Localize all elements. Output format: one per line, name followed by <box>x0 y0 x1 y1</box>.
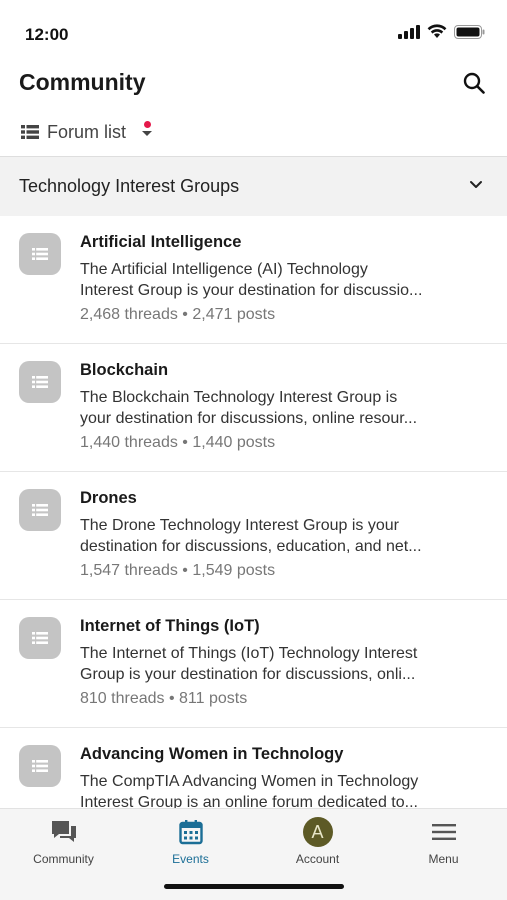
page-title: Community <box>19 69 146 95</box>
section-header-technology-interest-groups[interactable]: Technology Interest Groups <box>0 156 507 216</box>
forum-item-artificial-intelligence[interactable]: Artificial Intelligence The Artificial I… <box>0 216 507 344</box>
status-icons <box>398 24 485 39</box>
forum-name: Artificial Intelligence <box>80 233 242 251</box>
chevron-down-icon <box>470 181 482 188</box>
avatar: A <box>302 817 333 847</box>
caret-down-icon <box>142 130 153 136</box>
cellular-signal-icon <box>398 24 420 39</box>
tab-label: Community <box>33 852 94 866</box>
home-indicator[interactable] <box>164 884 344 889</box>
forum-description-line: Group is your destination for discussion… <box>80 666 416 683</box>
forum-description-line: The Blockchain Technology Interest Group… <box>80 389 398 406</box>
search-icon <box>463 72 485 94</box>
forum-item-drones[interactable]: Drones The Drone Technology Interest Gro… <box>0 472 507 600</box>
forum-name: Blockchain <box>80 361 169 379</box>
tab-menu[interactable]: Menu <box>380 809 507 869</box>
forum-list: Artificial Intelligence The Artificial I… <box>0 216 507 808</box>
forum-icon <box>19 233 61 275</box>
forum-description-line: destination for discussions, education, … <box>80 538 422 555</box>
wifi-icon <box>427 24 447 38</box>
tab-community[interactable]: Community <box>0 809 127 869</box>
calendar-icon <box>178 817 203 847</box>
forum-list-label: Forum list <box>47 121 127 142</box>
forum-item-blockchain[interactable]: Blockchain The Blockchain Technology Int… <box>0 344 507 472</box>
status-bar: 12:00 <box>0 0 507 62</box>
list-icon <box>21 125 39 139</box>
section-title: Technology Interest Groups <box>19 176 240 196</box>
notification-dot <box>144 121 151 128</box>
search-button[interactable] <box>461 70 487 96</box>
tab-label: Account <box>295 852 340 866</box>
status-time: 12:00 <box>25 25 69 44</box>
avatar-wrapper: A <box>302 817 333 847</box>
forum-description-line: Interest Group is an online forum dedica… <box>80 794 418 808</box>
forum-stats: 810 threads • 811 posts <box>80 690 248 707</box>
forum-description-line: The Artificial Intelligence (AI) Technol… <box>80 261 368 278</box>
forum-list-dropdown[interactable]: Forum list <box>21 119 153 145</box>
forum-description-line: The CompTIA Advancing Women in Technolog… <box>80 773 419 790</box>
forum-description-line: The Internet of Things (IoT) Technology … <box>80 645 418 662</box>
forum-description: The Internet of Things (IoT) Technology … <box>80 643 452 685</box>
tab-label: Events <box>172 852 209 866</box>
forum-description: The Artificial Intelligence (AI) Technol… <box>80 259 452 301</box>
forum-stats: 1,547 threads • 1,549 posts <box>80 562 276 579</box>
forum-description-line: Interest Group is your destination for d… <box>80 282 423 299</box>
tab-events[interactable]: Events <box>127 809 254 869</box>
forum-description: The CompTIA Advancing Women in Technolog… <box>80 771 452 808</box>
forum-icon <box>19 745 61 787</box>
battery-icon <box>454 24 485 39</box>
forum-icon <box>19 617 61 659</box>
forum-description: The Blockchain Technology Interest Group… <box>80 387 452 429</box>
tab-account[interactable]: A Account <box>254 809 381 869</box>
forum-description-line: The Drone Technology Interest Group is y… <box>80 517 399 534</box>
tab-label: Menu <box>428 852 459 866</box>
forum-name: Drones <box>80 489 137 507</box>
forum-name: Internet of Things (IoT) <box>80 617 260 635</box>
forum-item-advancing-women-in-technology[interactable]: Advancing Women in Technology The CompTI… <box>0 728 507 808</box>
forum-stats: 2,468 threads • 2,471 posts <box>80 306 276 323</box>
forum-icon <box>19 361 61 403</box>
forum-description-line: your destination for discussions, online… <box>80 410 418 427</box>
forum-stats: 1,440 threads • 1,440 posts <box>80 434 276 451</box>
forum-name: Advancing Women in Technology <box>80 745 344 763</box>
forum-icon <box>19 489 61 531</box>
forum-item-internet-of-things[interactable]: Internet of Things (IoT) The Internet of… <box>0 600 507 728</box>
chat-bubbles-icon <box>50 817 78 847</box>
hamburger-menu-icon <box>431 817 456 847</box>
forum-description: The Drone Technology Interest Group is y… <box>80 515 452 557</box>
